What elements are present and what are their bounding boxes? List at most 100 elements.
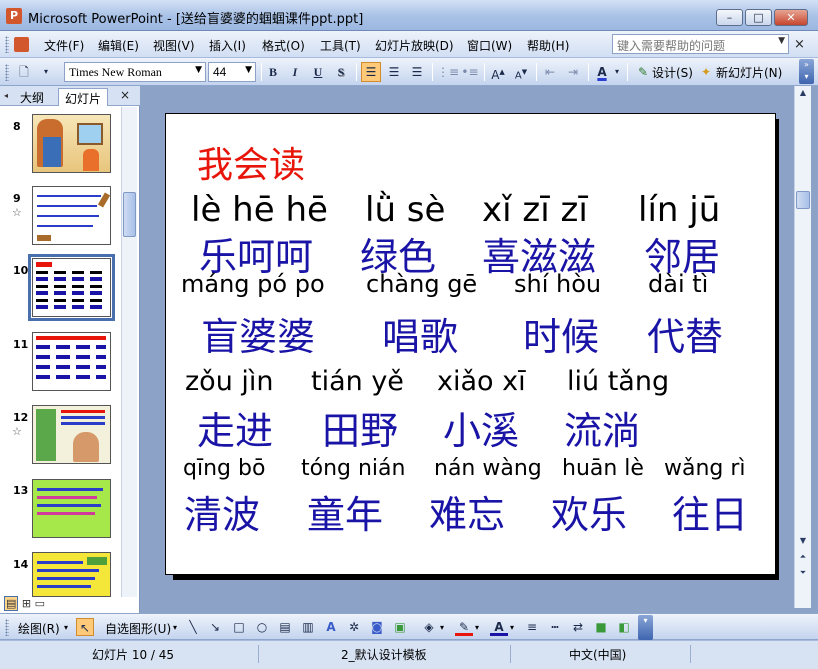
arrow-style-icon[interactable]: ⇄ [569,618,587,636]
select-pointer-icon[interactable]: ↖ [76,618,94,636]
hanzi-text[interactable]: 盲婆婆 [201,306,315,361]
tab-outline[interactable]: 大纲 [14,88,50,106]
shadow-button[interactable]: S [331,62,351,82]
align-left-icon[interactable]: ☰ [361,62,381,82]
slide-thumbnail-8[interactable] [32,114,111,173]
pinyin-text[interactable]: chàng gē [366,270,477,298]
slide-thumbnail-14[interactable] [32,552,111,597]
slide-thumbnail-10[interactable] [28,254,115,321]
new-slide-button[interactable]: 新幻灯片(N) [716,64,782,81]
italic-button[interactable]: I [285,62,305,82]
slide-thumbnail-13[interactable] [32,479,111,538]
previous-slide-icon[interactable]: ⏶ [796,552,810,566]
design-icon[interactable]: ✎ [633,62,653,82]
hanzi-text[interactable]: 童年 [307,484,383,539]
toolbar-grip[interactable] [5,619,9,636]
toolbar-options-chevron[interactable]: » ▾ [799,59,814,84]
slide-thumbnail-9[interactable] [32,186,111,245]
pinyin-text[interactable]: qīng bō [183,456,265,481]
chevron-down-icon[interactable]: ▾ [36,62,56,82]
slide-thumbnail-11[interactable] [32,332,111,391]
pinyin-text[interactable]: wǎng rì [664,456,746,481]
pinyin-text[interactable]: tóng nián [301,456,405,481]
new-document-icon[interactable]: 🗋 [14,62,34,82]
maximize-button[interactable]: □ [745,9,772,26]
pinyin-text[interactable]: máng pó po [181,270,325,298]
scroll-down-icon[interactable]: ▼ [796,536,810,550]
diagram-icon[interactable]: ✲ [345,618,363,636]
textbox-tool-icon[interactable]: ▤ [276,618,294,636]
toolbar-grip[interactable] [5,36,9,53]
clipart-icon[interactable]: ◙ [368,618,386,636]
chevron-down-icon[interactable]: ◂ [4,91,8,100]
hanzi-text[interactable]: 欢乐 [551,484,627,539]
oval-tool-icon[interactable]: ○ [253,618,271,636]
help-question-input[interactable]: 键入需要帮助的问题 ▼ [612,34,789,54]
tab-slides[interactable]: 幻灯片 [58,88,109,106]
increase-font-icon[interactable]: A▲ [488,62,508,82]
chevron-down-icon[interactable]: ▾ [612,62,622,82]
bullet-list-icon[interactable]: •≡ [460,62,480,82]
chevron-down-icon[interactable]: ▼ [245,65,252,75]
font-name-select[interactable]: Times New Roman ▼ [64,62,206,82]
slide-thumbnail-12[interactable] [32,405,111,464]
menu-format[interactable]: 格式(O) [262,37,305,54]
rectangle-tool-icon[interactable]: □ [230,618,248,636]
hanzi-text[interactable]: 代替 [647,306,723,361]
toolbar-options-chevron[interactable]: ▾ [638,615,653,640]
line-style-icon[interactable]: ≡ [523,618,541,636]
increase-indent-icon[interactable]: ⇥ [563,62,583,82]
design-button[interactable]: 设计(S) [652,64,693,81]
panel-scrollbar[interactable] [121,107,137,597]
menu-file[interactable]: 文件(F) [44,37,84,54]
hanzi-text[interactable]: 小溪 [443,400,519,455]
bold-button[interactable]: B [263,62,283,82]
scrollbar-thumb[interactable] [796,191,810,209]
menu-edit[interactable]: 编辑(E) [98,37,139,54]
menu-tools[interactable]: 工具(T) [320,37,361,54]
hanzi-text[interactable]: 时候 [523,306,599,361]
chevron-down-icon[interactable]: ▾ [440,623,444,632]
powerpoint-app-icon[interactable]: P [6,8,22,24]
align-right-icon[interactable]: ☰ [407,62,427,82]
minimize-button[interactable]: – [716,9,743,26]
hanzi-text[interactable]: 田野 [322,400,398,455]
slideshow-icon[interactable]: ▭ [35,597,45,610]
line-tool-icon[interactable]: ╲ [184,618,202,636]
pinyin-text[interactable]: liú tǎng [567,366,669,397]
slide-canvas[interactable]: 我会读 lè hē hē lǜ sè xǐ zī zī lín jū 乐呵呵 绿… [165,113,776,575]
pinyin-text[interactable]: lè hē hē [191,190,328,230]
pinyin-text[interactable]: xiǎo xī [437,366,526,397]
font-color-icon[interactable]: A [592,62,612,82]
scrollbar-thumb[interactable] [123,192,136,237]
chevron-down-icon[interactable]: ▼ [195,65,202,75]
menu-slideshow[interactable]: 幻灯片放映(D) [375,37,454,54]
decrease-font-icon[interactable]: A▼ [511,62,531,82]
menu-insert[interactable]: 插入(I) [209,37,246,54]
align-center-icon[interactable]: ☰ [384,62,404,82]
normal-view-icon[interactable]: ▤ [4,596,19,611]
scroll-up-icon[interactable]: ▲ [796,88,810,102]
font-size-select[interactable]: 44 ▼ [208,62,256,82]
shadow-style-icon[interactable]: ■ [592,618,610,636]
pinyin-text[interactable]: xǐ zī zī [482,190,588,230]
draw-menu-button[interactable]: 绘图(R) [18,620,60,637]
decrease-indent-icon[interactable]: ⇤ [540,62,560,82]
hanzi-text[interactable]: 清波 [184,484,260,539]
chevron-down-icon[interactable]: ▾ [173,623,177,632]
hanzi-text[interactable]: 流淌 [564,400,640,455]
next-slide-icon[interactable]: ⏷ [796,568,810,582]
pinyin-text[interactable]: lǜ sè [365,190,445,230]
pinyin-text[interactable]: lín jū [638,190,720,230]
pinyin-text[interactable]: zǒu jìn [185,366,274,397]
pinyin-text[interactable]: tián yě [311,366,404,397]
numbered-list-icon[interactable]: ⋮≡ [437,62,459,82]
menu-view[interactable]: 视图(V) [153,37,195,54]
slide-sorter-icon[interactable]: ⊞ [22,597,31,610]
3d-style-icon[interactable]: ◧ [615,618,633,636]
new-slide-icon[interactable]: ✦ [696,62,716,82]
menu-window[interactable]: 窗口(W) [467,37,512,54]
chevron-down-icon[interactable]: ▾ [510,623,514,632]
slide-title[interactable]: 我会读 [197,136,305,188]
dash-style-icon[interactable]: ┅ [546,618,564,636]
